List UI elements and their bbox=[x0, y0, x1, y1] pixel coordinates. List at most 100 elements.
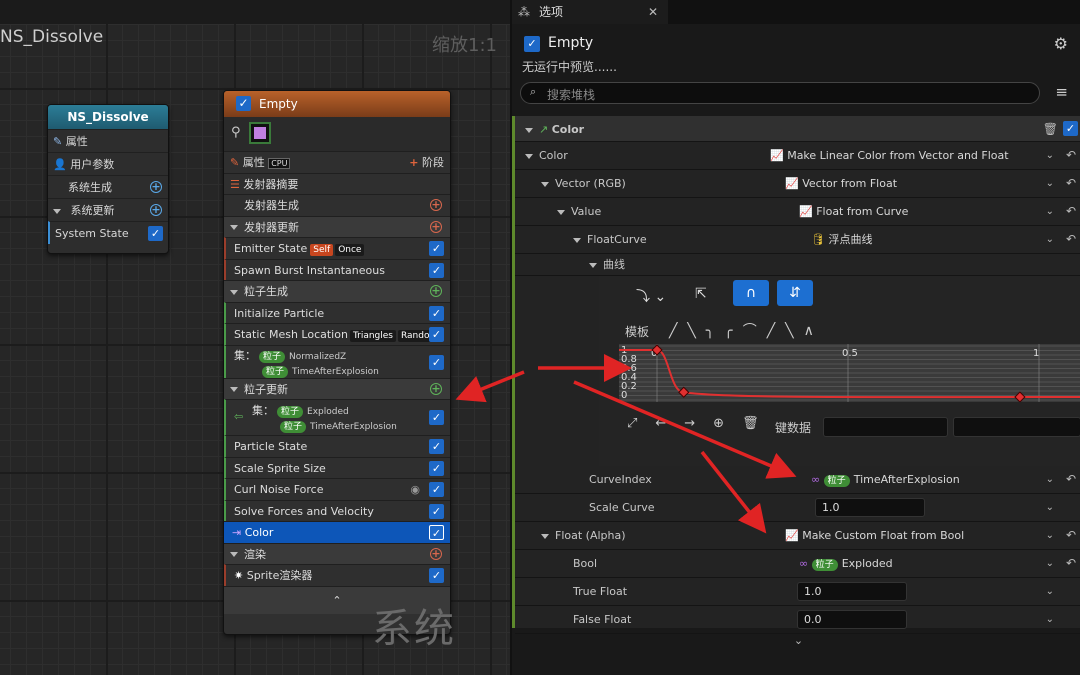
scale-curve-input[interactable]: 1.0 bbox=[815, 498, 925, 517]
module-curl-noise[interactable]: Curl Noise Force ◉ ✓ bbox=[224, 478, 450, 500]
render-row[interactable]: 渲染 + bbox=[224, 542, 450, 564]
checkbox[interactable]: ✓ bbox=[429, 410, 444, 425]
collapse-icon[interactable] bbox=[230, 289, 238, 295]
eye-icon[interactable]: ◉ bbox=[410, 479, 420, 500]
curve-tools[interactable]: ⤢←→⊕🗑 bbox=[627, 416, 777, 431]
system-update-row[interactable]: 系统更新 + bbox=[48, 198, 168, 221]
emitter-summary-row[interactable]: ☰ 发射器摘要 bbox=[224, 172, 450, 194]
close-icon[interactable]: ✕ bbox=[648, 0, 658, 24]
row-curve[interactable]: 曲线 bbox=[515, 254, 1080, 276]
emitter-node[interactable]: ✓ Empty ⚲ ✎ 属性 CPU + 阶段 ☰ 发射器摘要 发射器生成 + 发… bbox=[223, 90, 451, 635]
filter-icon[interactable]: ≡ bbox=[1055, 83, 1068, 101]
emitter-enable-checkbox[interactable]: ✓ bbox=[236, 96, 251, 111]
section-color[interactable]: ↗ Color 🗑 ✓ bbox=[515, 116, 1080, 142]
graph-topbar bbox=[0, 0, 510, 24]
collapse-icon[interactable] bbox=[230, 552, 238, 557]
row-curveindex[interactable]: CurveIndex ∞ 粒子 TimeAfterExplosion ⌄ ↶ bbox=[515, 466, 1080, 494]
panel-header: ✓ Empty 无运行中预览...... ⚙ bbox=[512, 24, 1080, 74]
snap-button[interactable]: ∩ bbox=[733, 280, 769, 306]
system-node[interactable]: NS_Dissolve ✎ 属性 👤 用户参数 系统生成 + 系统更新 + Sy… bbox=[47, 104, 169, 254]
row-bool[interactable]: Bool ∞ 粒子 Exploded ⌄ ↶ bbox=[515, 550, 1080, 578]
emitter-props-row[interactable]: ✎ 属性 CPU + 阶段 bbox=[224, 151, 450, 173]
flip-button[interactable]: ⇵ bbox=[777, 280, 813, 306]
enable-checkbox[interactable]: ✓ bbox=[524, 36, 540, 52]
curve-graph[interactable]: 10.80.60.40.200 0.5 1 bbox=[619, 344, 1080, 402]
checkbox[interactable]: ✓ bbox=[429, 241, 444, 256]
module-color-selected[interactable]: ⇥ Color ✓ bbox=[224, 521, 450, 543]
checkbox[interactable]: ✓ bbox=[148, 226, 163, 241]
expand-more-icon[interactable]: ⌄ bbox=[515, 634, 1080, 647]
true-float-input[interactable]: 1.0 bbox=[797, 582, 907, 601]
object-name: Empty bbox=[548, 35, 594, 51]
add-icon[interactable]: + bbox=[430, 285, 442, 297]
add-icon[interactable]: + bbox=[430, 547, 442, 560]
y-tick-label: 0 bbox=[621, 390, 627, 401]
collapse-icon[interactable] bbox=[230, 387, 238, 392]
module-set-params-update[interactable]: ⇦ 集： 粒子 Exploded 粒子 TimeAfterExplosion ✓ bbox=[224, 399, 450, 435]
module-scale-sprite-size[interactable]: Scale Sprite Size ✓ bbox=[224, 456, 450, 478]
thumbnail bbox=[249, 122, 271, 144]
system-props-row[interactable]: ✎ 属性 bbox=[48, 129, 168, 152]
module-static-mesh-location[interactable]: Static Mesh Location Triangles Random ✓ bbox=[224, 323, 450, 345]
checkbox[interactable]: ✓ bbox=[429, 503, 444, 519]
tab-bar: ⁂ 选项 ✕ bbox=[512, 0, 1080, 24]
row-truefloat[interactable]: True Float 1.0 ⌄ bbox=[515, 578, 1080, 606]
add-icon[interactable]: + bbox=[430, 220, 442, 233]
row-scalecurve[interactable]: Scale Curve 1.0 ⌄ bbox=[515, 494, 1080, 522]
system-spawn-row[interactable]: 系统生成 + bbox=[48, 175, 168, 198]
emitter-spawn-row[interactable]: 发射器生成 + bbox=[224, 194, 450, 216]
tab-options[interactable]: ⁂ 选项 ✕ bbox=[512, 0, 668, 24]
checkbox[interactable]: ✓ bbox=[1063, 121, 1078, 136]
module-solve-forces[interactable]: Solve Forces and Velocity ✓ bbox=[224, 499, 450, 521]
node-graph[interactable]: NS_Dissolve 缩放1:1 NS_Dissolve ✎ 属性 👤 用户参… bbox=[0, 0, 510, 675]
row-value[interactable]: Value 📈 Float from Curve ⌄ ↶ bbox=[515, 198, 1080, 226]
stack-area: ↗ Color 🗑 ✓ Color 📈 Make Linear Color fr… bbox=[512, 116, 1080, 647]
add-icon[interactable]: + bbox=[430, 199, 442, 211]
collapse-icon[interactable] bbox=[53, 208, 61, 214]
curve-menu-icon[interactable]: ⤵ ⌄ bbox=[636, 286, 666, 306]
add-icon[interactable]: + bbox=[150, 204, 162, 216]
module-spawn-burst[interactable]: Spawn Burst Instantaneous ✓ bbox=[224, 258, 450, 280]
pencil-icon: ✎ bbox=[230, 156, 240, 169]
emitter-header: ✓ Empty bbox=[224, 91, 450, 117]
checkbox[interactable]: ✓ bbox=[429, 568, 444, 583]
external-icon[interactable]: ⇱ bbox=[695, 286, 707, 302]
checkbox[interactable]: ✓ bbox=[429, 354, 444, 370]
trash-icon[interactable]: 🗑 bbox=[1043, 116, 1058, 143]
false-float-input[interactable]: 0.0 bbox=[797, 610, 907, 629]
checkbox[interactable]: ✓ bbox=[429, 482, 444, 497]
pin-icon[interactable]: ⚲ bbox=[231, 125, 241, 140]
emitter-update-row[interactable]: 发射器更新 + bbox=[224, 215, 450, 237]
gear-icon[interactable]: ⚙ bbox=[1054, 34, 1068, 53]
collapse-icon[interactable] bbox=[230, 225, 238, 230]
checkbox[interactable]: ✓ bbox=[429, 460, 444, 476]
particle-update-row[interactable]: 粒子更新 + bbox=[224, 377, 450, 399]
checkbox[interactable]: ✓ bbox=[429, 327, 444, 342]
add-stage-button[interactable]: + 阶段 bbox=[409, 152, 444, 173]
module-initialize-particle[interactable]: Initialize Particle ✓ bbox=[224, 301, 450, 323]
row-floatcurve[interactable]: FloatCurve 🛢 浮点曲线 ⌄ ↶ bbox=[515, 226, 1080, 254]
row-falsefloat[interactable]: False Float 0.0 ⌄ bbox=[515, 606, 1080, 634]
sprite-renderer-row[interactable]: ✷ Sprite渲染器 ✓ bbox=[224, 564, 450, 586]
sprite-icon: ✷ bbox=[234, 569, 244, 582]
row-vector[interactable]: Vector (RGB) 📈 Vector from Float ⌄ ↶ bbox=[515, 170, 1080, 198]
module-emitter-state[interactable]: Emitter State Self Once ✓ bbox=[224, 237, 450, 259]
module-particle-state[interactable]: Particle State ✓ bbox=[224, 435, 450, 457]
user-params-row[interactable]: 👤 用户参数 bbox=[48, 152, 168, 175]
checkbox[interactable]: ✓ bbox=[429, 262, 444, 278]
template-presets[interactable]: ╱╲╮╭⌒╱╲∧ bbox=[669, 320, 824, 340]
checkbox[interactable]: ✓ bbox=[429, 305, 444, 321]
search-input[interactable]: ⌕ 搜索堆栈 bbox=[520, 82, 1040, 104]
row-color[interactable]: Color 📈 Make Linear Color from Vector an… bbox=[515, 142, 1080, 170]
system-state-row[interactable]: System State ✓ bbox=[48, 221, 168, 244]
module-set-params-spawn[interactable]: 集： 粒子 NormalizedZ 粒子 TimeAfterExplosion ✓ bbox=[224, 344, 450, 378]
checkbox[interactable]: ✓ bbox=[429, 439, 444, 454]
add-icon[interactable]: + bbox=[150, 181, 162, 193]
key-time-input[interactable] bbox=[823, 417, 948, 437]
checkbox[interactable]: ✓ bbox=[429, 525, 444, 540]
row-alpha[interactable]: Float (Alpha) 📈 Make Custom Float from B… bbox=[515, 522, 1080, 550]
particle-spawn-row[interactable]: 粒子生成 + bbox=[224, 280, 450, 302]
curve-editor[interactable]: ⤵ ⌄ ⇱ ∩ ⇵ 模板 ╱╲╮╭⌒╱╲∧ 1 0.8 0.6 0.4 0.2 0 0 0.5… bbox=[599, 276, 1080, 466]
add-icon[interactable]: + bbox=[430, 382, 442, 395]
key-value-input[interactable] bbox=[953, 417, 1080, 437]
